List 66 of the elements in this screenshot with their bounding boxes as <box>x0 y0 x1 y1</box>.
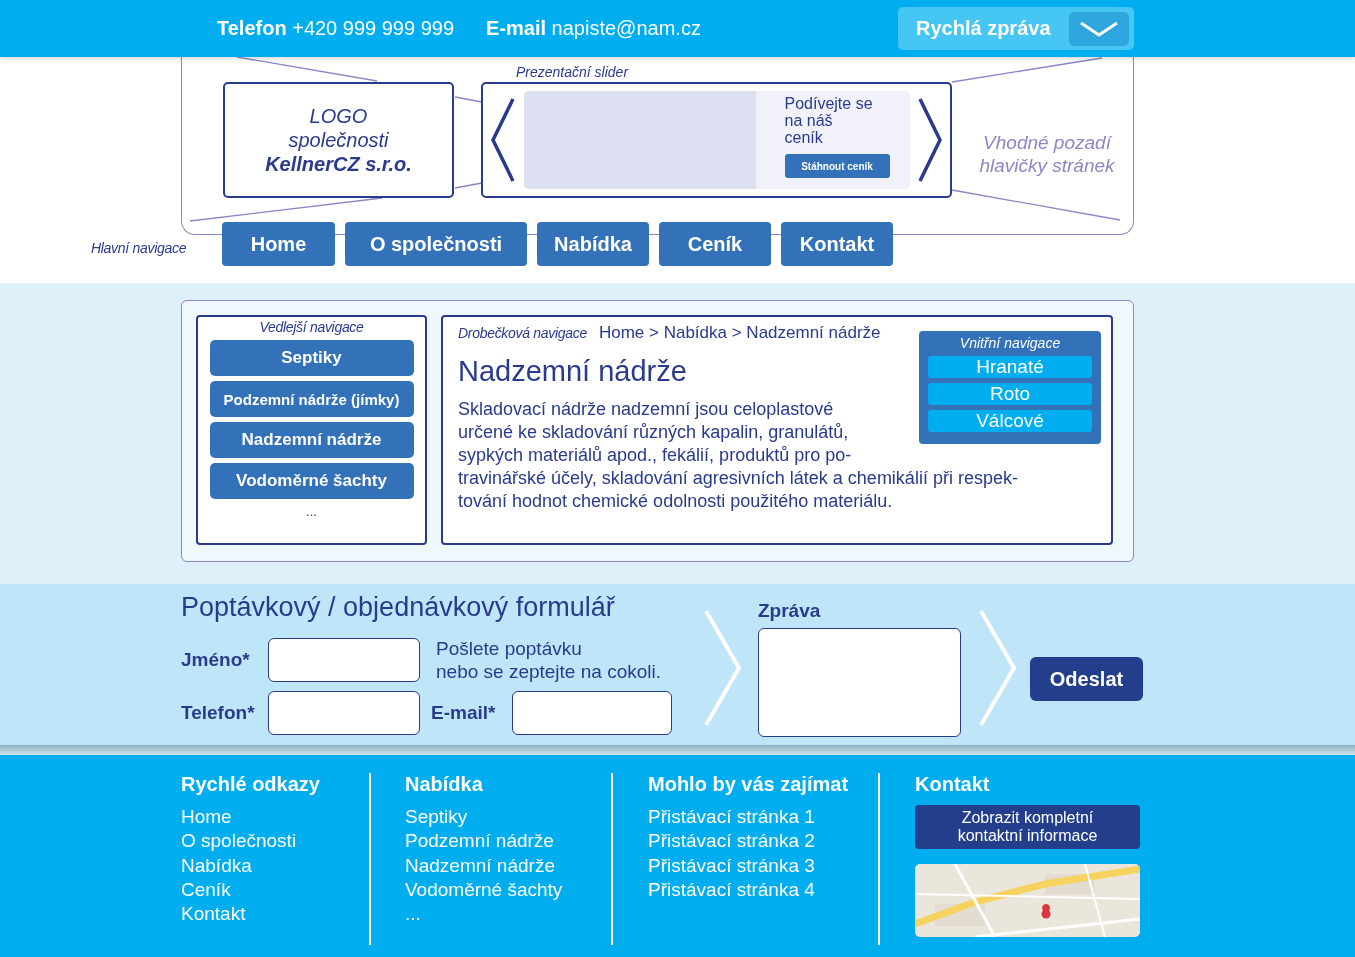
phone-input[interactable] <box>268 691 420 735</box>
side-nav-button[interactable]: Vodoměrné šachty <box>209 463 414 499</box>
inner-nav-button[interactable]: Roto <box>928 383 1092 405</box>
footer-link[interactable]: Nadzemní nádrže <box>405 853 611 878</box>
footer-link[interactable]: Vodoměrné šachty <box>405 877 611 903</box>
footer-heading: Kontakt <box>915 773 991 796</box>
footer-link[interactable]: Přistávací stránka 1 <box>648 805 878 830</box>
form-note: Pošlete poptávku nebo se zeptejte na cokoli. <box>436 637 662 683</box>
side-nav-button[interactable]: Nadzemní nádrže <box>209 422 414 458</box>
phone-text: Telefon +420 999 999 999 <box>217 17 455 40</box>
breadcrumb[interactable]: Home > Nabídka > Nadzemní nádrže <box>598 323 881 343</box>
chevron-right-icon[interactable] <box>917 97 943 183</box>
nav-button[interactable]: Kontakt <box>781 222 893 266</box>
logo-text: LOGO <box>309 104 368 128</box>
inner-nav-button[interactable]: Hranaté <box>928 356 1092 378</box>
inner-nav-button[interactable]: Válcové <box>928 410 1092 432</box>
footer-link[interactable]: Kontakt <box>181 902 369 927</box>
logo-text: společnosti <box>288 128 389 152</box>
message-input[interactable] <box>758 628 961 737</box>
background-note: Vhodné pozadí hlavičky stránek <box>978 131 1116 177</box>
quick-message-label: Rychlá zpráva <box>916 17 1051 40</box>
nav-button[interactable]: O společnosti <box>345 222 527 266</box>
main-nav-label: Hlavní navigace <box>91 240 188 256</box>
phone-label: Telefon* <box>181 702 256 724</box>
submit-button[interactable]: Odeslat <box>1030 657 1143 701</box>
nav-button[interactable]: Ceník <box>659 222 771 266</box>
footer-link[interactable]: Přistávací stránka 2 <box>648 829 878 854</box>
more-text: ... <box>306 504 317 519</box>
side-nav-button[interactable]: Podzemní nádrže (jímky) <box>209 381 414 417</box>
email-text: E-mail napiste@nam.cz <box>486 17 701 40</box>
nav-button[interactable]: Nabídka <box>537 222 649 266</box>
form-title: Poptávkový / objednávkový formulář <box>181 592 616 623</box>
nav-button[interactable]: Home <box>222 222 335 266</box>
name-label: Jméno* <box>181 649 251 671</box>
footer-link[interactable]: Septiky <box>405 805 611 830</box>
download-button[interactable]: Stáhnout ceník <box>784 154 890 178</box>
contact-button[interactable]: Zobrazit kompletní kontaktní informace <box>915 805 1140 849</box>
footer-heading: Nabídka <box>405 773 484 796</box>
footer-link[interactable]: ... <box>405 902 611 927</box>
message-label: Zpráva <box>758 600 822 622</box>
name-input[interactable] <box>268 638 420 682</box>
breadcrumb-label: Drobečková navigace <box>458 325 587 341</box>
side-nav-label: Vedlejší navigace <box>259 319 364 335</box>
chevron-right-icon <box>978 609 1018 727</box>
inner-nav-label: Vnitřní navigace <box>959 335 1061 351</box>
chevron-right-icon <box>703 609 743 727</box>
footer-heading: Rychlé odkazy <box>181 773 321 796</box>
footer-link[interactable]: Podzemní nádrže <box>405 829 611 854</box>
footer-link[interactable]: Ceník <box>181 877 369 903</box>
slide-text: Podívejte se na náš ceník <box>784 95 874 146</box>
body-paragraph: travinářské účely, skladování agresivních látek a chemikálií při respek- tování hodnot chemické odolnosti použitého materiálu. <box>458 467 1018 513</box>
slider-label: Prezentační slider <box>516 64 630 82</box>
footer-link[interactable]: O společnosti <box>181 829 369 854</box>
footer-heading: Mohlo by vás zajímat <box>648 773 850 796</box>
page-heading: Nadzemní nádrže <box>458 355 688 388</box>
side-nav-button[interactable]: Septiky <box>209 340 414 376</box>
chevron-down-icon <box>1079 20 1119 37</box>
dropdown-button[interactable] <box>1069 11 1129 46</box>
chevron-left-icon[interactable] <box>490 97 516 183</box>
footer-link[interactable]: Home <box>181 805 369 830</box>
email-input[interactable] <box>512 691 673 735</box>
footer-link[interactable]: Přistávací stránka 4 <box>648 877 878 903</box>
footer-link[interactable]: Nabídka <box>181 853 369 878</box>
footer-link[interactable]: Přistávací stránka 3 <box>648 853 878 878</box>
logo-text: KellnerCZ s.r.o. <box>265 152 412 176</box>
email-label: E-mail* <box>431 702 496 724</box>
